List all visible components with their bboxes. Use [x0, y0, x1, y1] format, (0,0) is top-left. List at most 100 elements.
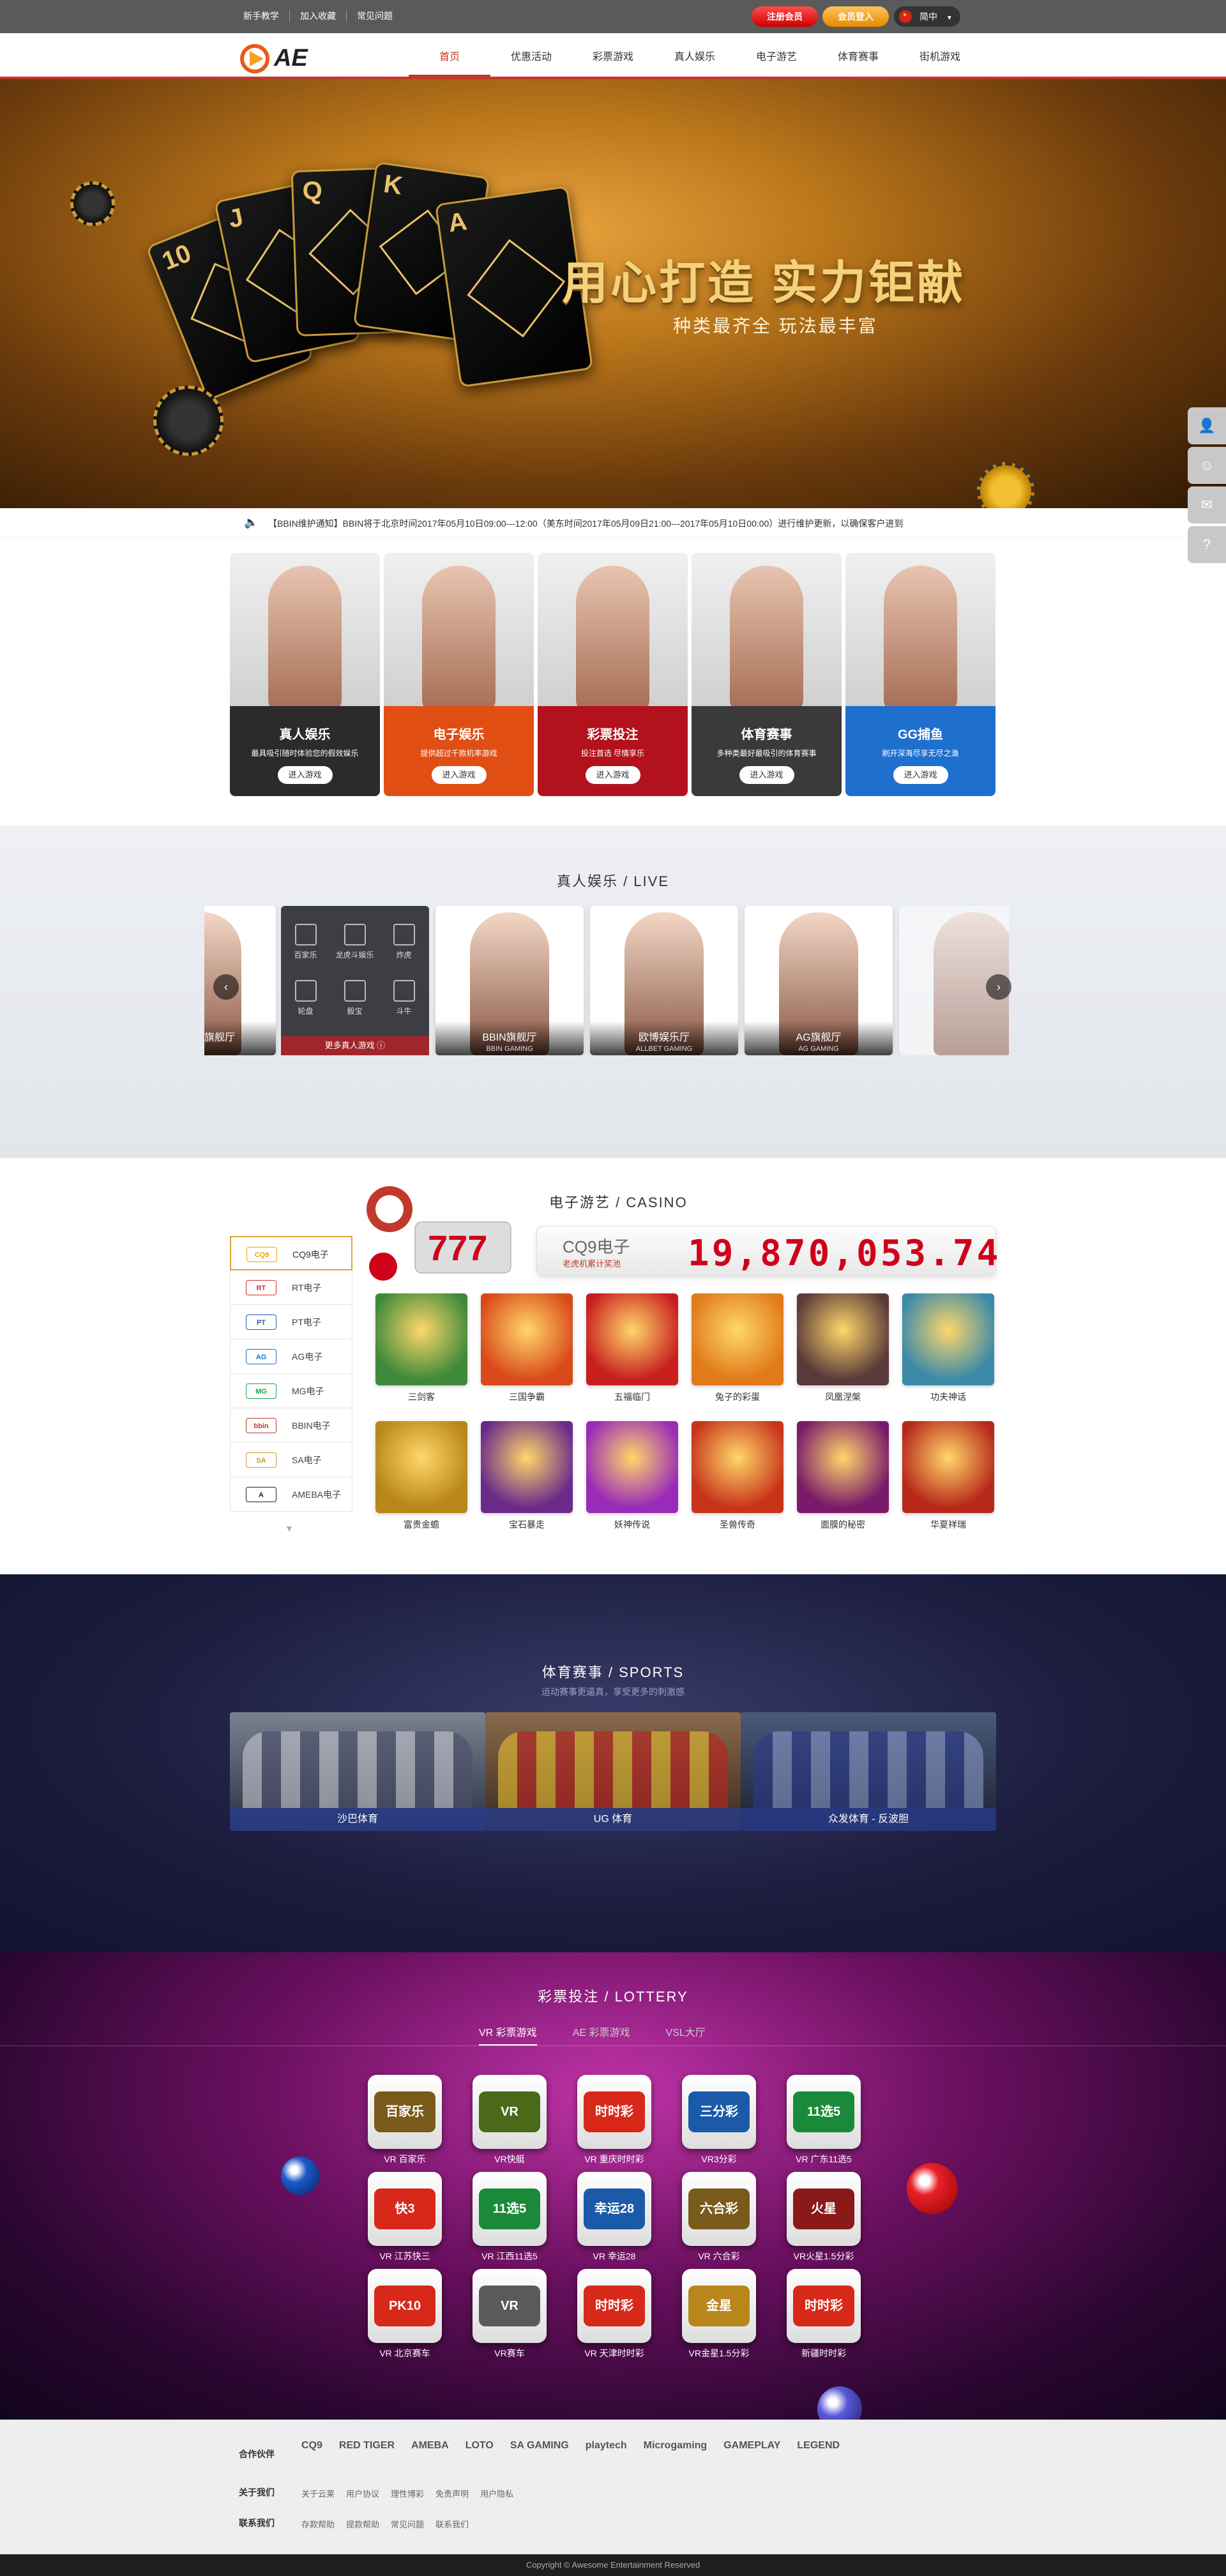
link-bookmark[interactable]: 加入收藏 — [290, 10, 347, 22]
tab-vr-lottery[interactable]: VR 彩票游戏 — [479, 2024, 537, 2045]
lottery-item[interactable]: VR VR快艇 — [471, 2075, 548, 2165]
game-tile[interactable]: 华夏祥瑞 — [902, 1421, 994, 1549]
footer-link[interactable]: 理性博彩 — [391, 2487, 424, 2499]
footer-link[interactable]: 用户协议 — [346, 2487, 379, 2499]
footer-link[interactable]: 免责声明 — [435, 2487, 469, 2499]
help-icon[interactable]: ? — [1188, 526, 1226, 563]
live-menu-item[interactable]: 龙虎斗娱乐 — [330, 924, 379, 960]
provider-item[interactable]: AG AG电子 — [230, 1339, 352, 1374]
nav-item-sports[interactable]: 体育赛事 — [817, 33, 899, 77]
enter-game-button[interactable]: 进入游戏 — [277, 766, 333, 784]
provider-item[interactable]: SA SA电子 — [230, 1443, 352, 1477]
live-tile[interactable]: BBIN旗舰厅 BBIN GAMING — [435, 906, 584, 1055]
enter-game-button[interactable]: 进入游戏 — [893, 766, 948, 784]
mail-icon[interactable]: ✉ — [1188, 486, 1226, 523]
footer-link[interactable]: 联系我们 — [435, 2518, 469, 2530]
lottery-item[interactable]: 时时彩 VR 天津时时彩 — [576, 2269, 653, 2360]
nav-item-lottery[interactable]: 彩票游戏 — [572, 33, 654, 77]
lottery-item[interactable]: 时时彩 新疆时时彩 — [785, 2269, 862, 2360]
carousel-prev-button[interactable]: ‹ — [213, 974, 239, 1000]
nav-item-promotions[interactable]: 优惠活动 — [490, 33, 572, 77]
category-card[interactable]: 体育赛事 多种类最好最吸引的体育赛事 进入游戏 — [692, 553, 842, 796]
more-live-games-button[interactable]: 更多真人游戏 ⓘ — [281, 1036, 429, 1055]
lottery-item[interactable]: VR VR赛车 — [471, 2269, 548, 2360]
game-thumbnail — [902, 1293, 994, 1385]
category-card[interactable]: GG捕鱼 刷开深海尽享无尽之渔 进入游戏 — [845, 553, 995, 796]
category-card[interactable]: 真人娱乐 最具吸引随时体验您的假效娱乐 进入游戏 — [230, 553, 380, 796]
game-tile[interactable]: 三国争霸 — [481, 1293, 573, 1421]
footer-link[interactable]: 存款帮助 — [301, 2518, 335, 2530]
tab-vsl-lobby[interactable]: VSL大厅 — [665, 2024, 705, 2045]
lottery-item[interactable]: 三分彩 VR3分彩 — [681, 2075, 757, 2165]
nav-item-live[interactable]: 真人娱乐 — [654, 33, 736, 77]
enter-game-button[interactable]: 进入游戏 — [431, 766, 487, 784]
footer-link[interactable]: 用户隐私 — [480, 2487, 513, 2499]
lottery-item[interactable]: 11选5 VR 广东11选5 — [785, 2075, 862, 2165]
game-tile[interactable]: 功夫神话 — [902, 1293, 994, 1421]
lottery-item[interactable]: 六合彩 VR 六合彩 — [681, 2172, 757, 2263]
qq-icon[interactable]: ☺ — [1188, 447, 1226, 484]
nav-item-home[interactable]: 首页 — [409, 33, 490, 77]
category-card[interactable]: 电子娱乐 提供超过千款机率游戏 进入游戏 — [384, 553, 534, 796]
user-icon[interactable]: 👤 — [1188, 407, 1226, 444]
provider-item[interactable]: bbin BBIN电子 — [230, 1408, 352, 1443]
game-tile[interactable]: 凤凰涅槃 — [797, 1293, 889, 1421]
lottery-item[interactable]: 快3 VR 江苏快三 — [367, 2172, 443, 2263]
enter-game-button[interactable]: 进入游戏 — [585, 766, 640, 784]
live-menu-item[interactable]: 骰宝 — [330, 980, 379, 1016]
sports-tile[interactable]: 众发体育 - 反波胆 — [741, 1712, 996, 1831]
game-tile[interactable]: 宝石暴走 — [481, 1421, 573, 1549]
lottery-item[interactable]: 11选5 VR 江西11选5 — [471, 2172, 548, 2263]
notice-text[interactable]: 【BBIN维护通知】BBIN将于北京时间2017年05月10日09:00---1… — [268, 517, 903, 530]
live-menu-item[interactable]: 百家乐 — [281, 924, 330, 960]
provider-item[interactable]: MG MG电子 — [230, 1374, 352, 1408]
team-image — [498, 1731, 728, 1808]
lottery-item[interactable]: 幸运28 VR 幸运28 — [576, 2172, 653, 2263]
lottery-item[interactable]: 火星 VR火星1.5分彩 — [785, 2172, 862, 2263]
category-card[interactable]: 彩票投注 投注首选 尽情享乐 进入游戏 — [538, 553, 688, 796]
tab-ae-lottery[interactable]: AE 彩票游戏 — [573, 2024, 630, 2045]
top-bar: 新手教学 加入收藏 常见问题 注册会员 会员登入 简中 ▼ — [0, 0, 1226, 33]
link-faq[interactable]: 常见问题 — [347, 10, 403, 22]
lottery-icon: PK10 — [368, 2269, 442, 2343]
live-menu-item[interactable]: 斗牛 — [379, 980, 428, 1016]
lottery-item[interactable]: PK10 VR 北京赛车 — [367, 2269, 443, 2360]
chevron-down-icon[interactable]: ▼ — [285, 1523, 294, 1533]
game-tile[interactable]: 面膜的秘密 — [797, 1421, 889, 1549]
nav-item-casino[interactable]: 电子游艺 — [736, 33, 817, 77]
game-tile[interactable]: 圣兽传奇 — [692, 1421, 783, 1549]
sports-tile[interactable]: 沙巴体育 — [230, 1712, 485, 1831]
logo[interactable]: AE — [238, 41, 328, 74]
lottery-item[interactable]: 百家乐 VR 百家乐 — [367, 2075, 443, 2165]
live-tile[interactable]: AG旗舰厅 AG GAMING — [745, 906, 893, 1055]
provider-item[interactable]: PT PT电子 — [230, 1305, 352, 1339]
game-tile[interactable]: 富贵金蟾 — [375, 1421, 467, 1549]
game-tile[interactable]: 兔子的彩蛋 — [692, 1293, 783, 1421]
game-tile[interactable]: 妖神传说 — [586, 1421, 678, 1549]
live-menu-item[interactable]: 轮盘 — [281, 980, 330, 1016]
link-tutorial[interactable]: 新手教学 — [243, 10, 290, 22]
language-select[interactable]: 简中 ▼ — [894, 4, 960, 27]
partner-logo: LOTO — [465, 2440, 494, 2451]
footer-link[interactable]: 常见问题 — [391, 2518, 424, 2530]
provider-item[interactable]: A AMEBA电子 — [230, 1477, 352, 1512]
lottery-item[interactable]: 时时彩 VR 重庆时时彩 — [576, 2075, 653, 2165]
live-tile[interactable]: 欧博娱乐厅 ALLBET GAMING — [590, 906, 738, 1055]
sports-tile[interactable]: UG 体育 — [485, 1712, 741, 1831]
register-button[interactable]: 注册会员 — [752, 6, 818, 27]
provider-item[interactable]: RT RT电子 — [230, 1270, 352, 1305]
login-button[interactable]: 会员登入 — [822, 6, 889, 27]
enter-game-button[interactable]: 进入游戏 — [739, 766, 794, 784]
live-tile-name: BBIN旗舰厅 — [482, 1032, 537, 1043]
nav-item-arcade[interactable]: 街机游戏 — [899, 33, 981, 77]
game-tile[interactable]: 三剑客 — [375, 1293, 467, 1421]
game-tile[interactable]: 五福临门 — [586, 1293, 678, 1421]
lottery-item[interactable]: 金星 VR金星1.5分彩 — [681, 2269, 757, 2360]
hero-banner[interactable]: 10 J Q K A 用心打造 实力钜献 种类最齐全 玩法最丰富 — [0, 79, 1226, 508]
category-cards: 真人娱乐 最具吸引随时体验您的假效娱乐 进入游戏 电子娱乐 提供超过千款机率游戏… — [230, 553, 995, 796]
footer-link[interactable]: 关于云莱 — [301, 2487, 335, 2499]
provider-item[interactable]: CQ9 CQ9电子 — [230, 1236, 352, 1270]
carousel-next-button[interactable]: › — [986, 974, 1011, 1000]
footer-link[interactable]: 提款帮助 — [346, 2518, 379, 2530]
live-menu-item[interactable]: 炸虎 — [379, 924, 428, 960]
